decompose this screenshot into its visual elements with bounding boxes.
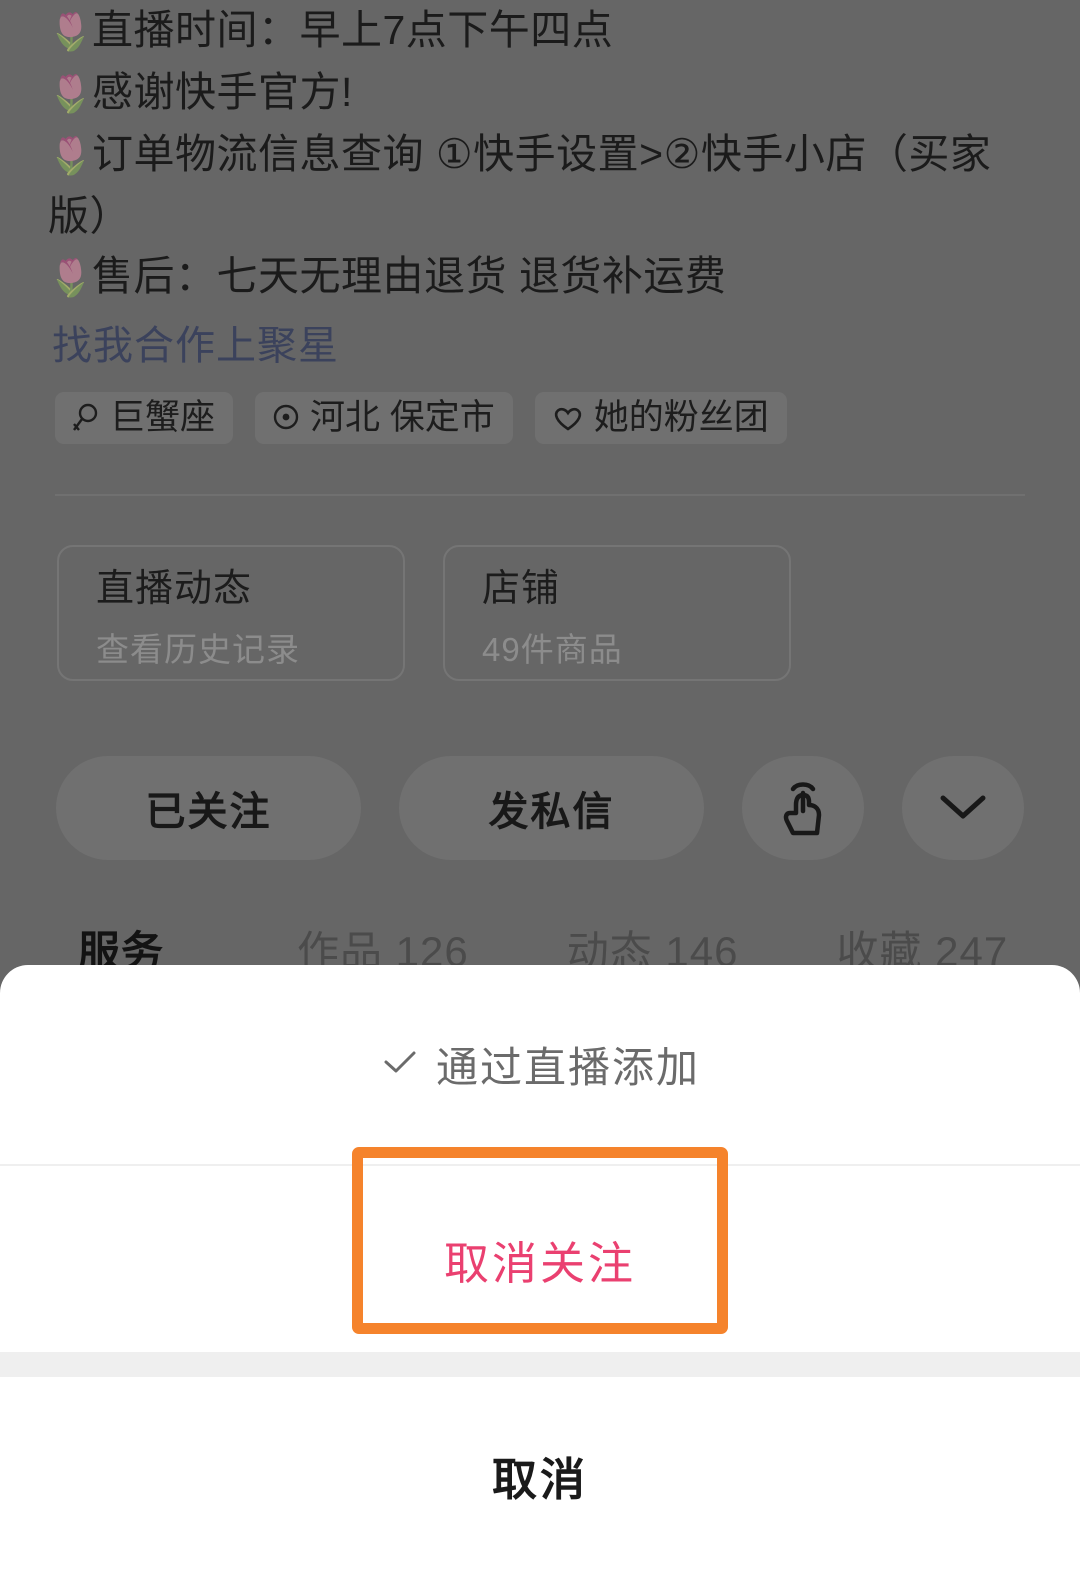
card-title: 店铺 [482, 568, 561, 610]
bio-line-text: 售后：七天无理由退货 退货补运费 [92, 253, 727, 299]
tag-fan-group[interactable]: 她的粉丝团 [534, 392, 787, 444]
card-live-history[interactable]: 直播动态 查看历史记录 [57, 545, 405, 681]
check-icon [380, 1041, 420, 1089]
action-sheet: 通过直播添加 取消关注 取消 [0, 965, 1080, 1574]
followed-button[interactable]: 已关注 [56, 756, 361, 860]
sheet-option-label: 通过直播添加 [435, 1044, 700, 1091]
card-subtitle: 查看历史记录 [96, 630, 300, 668]
tulip-icon: 🌷 [48, 135, 94, 176]
poke-button[interactable] [742, 756, 864, 860]
tag-label: 河北 保定市 [310, 398, 495, 437]
phone-screen: 🌷直播时间：早上7点下午四点 🌷感谢快手官方! 🌷订单物流信息查询 ①快手设置>… [0, 0, 1080, 1574]
cooperation-link[interactable]: 找我合作上聚星 [52, 313, 339, 371]
tag-location[interactable]: 河北 保定市 [255, 392, 513, 444]
tulip-icon: 🌷 [48, 73, 94, 114]
tulip-icon: 🌷 [48, 257, 94, 298]
unfollow-button[interactable]: 取消关注 [0, 1166, 1080, 1352]
send-message-button[interactable]: 发私信 [399, 756, 704, 860]
more-actions-button[interactable] [902, 756, 1024, 860]
profile-bio: 🌷直播时间：早上7点下午四点 🌷感谢快手官方! 🌷订单物流信息查询 ①快手设置>… [48, 0, 1048, 308]
tag-label: 巨蟹座 [110, 398, 216, 437]
profile-card-row: 直播动态 查看历史记录 店铺 49件商品 [57, 545, 791, 681]
cancel-button[interactable]: 取消 [0, 1377, 1080, 1574]
card-subtitle: 49件商品 [482, 630, 623, 668]
bio-line-text: 感谢快手官方! [92, 69, 353, 115]
bio-line: 🌷订单物流信息查询 ①快手设置>②快手小店（买家版） [48, 124, 1048, 246]
tag-zodiac[interactable]: 巨蟹座 [55, 392, 234, 444]
card-title: 直播动态 [96, 568, 253, 610]
sheet-gap-band [0, 1352, 1080, 1377]
bio-line-text: 直播时间：早上7点下午四点 [92, 7, 614, 53]
bio-line-text: 订单物流信息查询 ①快手设置>②快手小店（买家版） [48, 131, 992, 239]
sheet-option-added-via-live[interactable]: 通过直播添加 [0, 965, 1080, 1164]
bio-line: 🌷直播时间：早上7点下午四点 [48, 0, 1048, 62]
profile-action-row: 已关注 发私信 [56, 756, 1024, 860]
zodiac-icon [71, 401, 101, 435]
chevron-down-icon [935, 788, 991, 829]
section-divider [55, 494, 1025, 496]
tulip-icon: 🌷 [48, 11, 94, 52]
heart-icon [551, 401, 585, 435]
profile-tag-row: 巨蟹座 河北 保定市 她的粉丝团 [55, 392, 787, 444]
bio-line: 🌷售后：七天无理由退货 退货补运费 [48, 246, 1048, 308]
location-pin-icon [271, 401, 301, 435]
tag-label: 她的粉丝团 [593, 398, 769, 437]
bio-line: 🌷感谢快手官方! [48, 62, 1048, 124]
tap-hand-icon [773, 773, 833, 844]
card-shop[interactable]: 店铺 49件商品 [443, 545, 791, 681]
